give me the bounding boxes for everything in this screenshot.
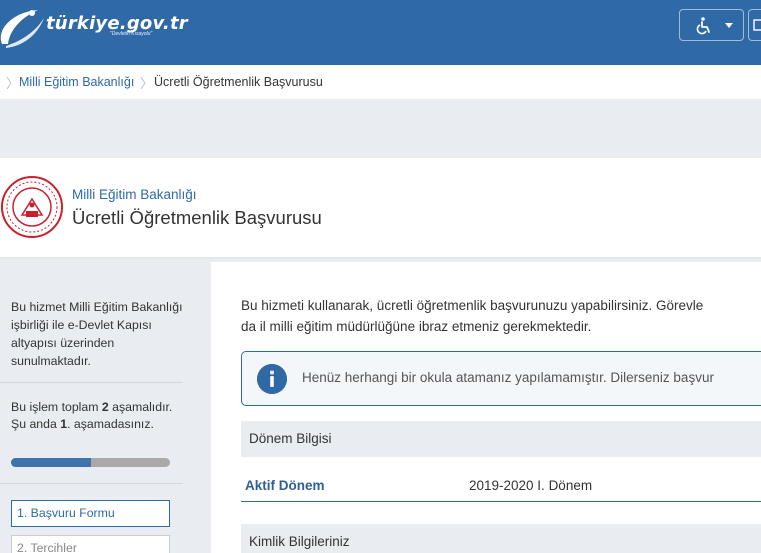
intro-text: Bu hizmeti kullanarak, ücretli öğretmenl…	[241, 295, 761, 337]
chevron-down-icon	[725, 23, 733, 28]
breadcrumb: 〉 Milli Eğitim Bakanlığı 〉 Ücretli Öğret…	[0, 65, 761, 99]
field-label: Aktif Dönem	[245, 478, 325, 493]
accessibility-menu-button[interactable]	[679, 9, 744, 41]
breadcrumb-item-ministry[interactable]: Milli Eğitim Bakanlığı	[19, 75, 134, 89]
step-status-prefix: Bu işlem toplam	[11, 400, 102, 414]
service-ministry: Milli Eğitim Bakanlığı	[72, 187, 197, 202]
breadcrumb-item-current: Ücretli Öğretmenlik Başvurusu	[154, 75, 323, 89]
main-content: Bu hizmeti kullanarak, ücretli öğretmenl…	[211, 262, 761, 553]
step-basvuru-formu[interactable]: 1. Başvuru Formu	[11, 500, 170, 527]
turkiye-gov-logo[interactable]: türkiye.gov.tr "Devletin Kısayolu"	[0, 0, 200, 65]
section-donem-bilgisi: Dönem Bilgisi	[241, 421, 761, 457]
breadcrumb-separator: 〉	[140, 76, 154, 91]
sidebar-divider	[0, 483, 183, 484]
step-status-suffix: . aşamadasınız.	[67, 417, 154, 431]
step-progress-bar	[11, 458, 170, 467]
field-value: 2019-2020 I. Dönem	[469, 478, 593, 493]
service-header: Milli Eğitim Bakanlığı Ücretli Öğretmenl…	[0, 158, 761, 257]
step-tercihler[interactable]: 2. Tercihler	[11, 535, 170, 553]
wheelchair-icon	[696, 17, 710, 35]
ministry-seal-icon	[1, 176, 63, 238]
top-header: türkiye.gov.tr "Devletin Kısayolu"	[0, 0, 761, 65]
service-info-text: Bu hizmet Milli Eğitim Bakanlığı işbirli…	[11, 300, 183, 368]
intro-line: da il milli eğitim müdürlüğüne ibraz etm…	[241, 319, 592, 334]
section-kimlik-bilgileri: Kimlik Bilgileriniz	[241, 524, 761, 553]
info-icon	[257, 364, 287, 394]
step-status-text: Bu işlem toplam 2 aşamalıdır. Şu anda 1.…	[11, 399, 183, 433]
breadcrumb-separator: 〉	[6, 76, 20, 91]
sidebar: Bu hizmet Milli Eğitim Bakanlığı işbirli…	[0, 262, 195, 553]
envelope-icon	[753, 19, 761, 31]
sidebar-divider	[0, 382, 183, 383]
messages-button[interactable]	[748, 9, 761, 41]
info-alert: Henüz herhangi bir okula atamanız yapıla…	[241, 351, 761, 406]
logo-tagline: "Devletin Kısayolu"	[110, 31, 153, 37]
alert-message: Henüz herhangi bir okula atamanız yapıla…	[302, 370, 714, 385]
step-total: 2	[101, 400, 109, 414]
field-row-aktif-donem: Aktif Dönem 2019-2020 I. Dönem	[241, 468, 761, 502]
step-progress-fill	[11, 458, 91, 467]
intro-line: Bu hizmeti kullanarak, ücretli öğretmenl…	[241, 298, 704, 313]
page-title: Ücretli Öğretmenlik Başvurusu	[72, 207, 322, 228]
